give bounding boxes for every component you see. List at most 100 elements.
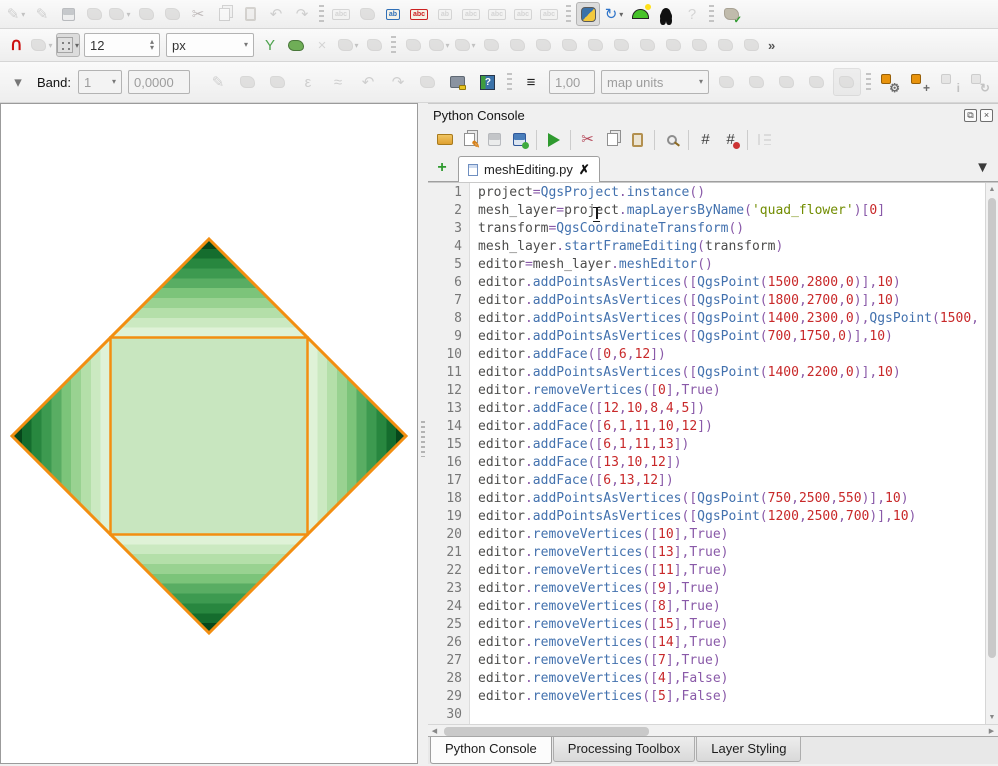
toolbar-separator	[654, 130, 655, 150]
add-part-icon	[614, 39, 629, 51]
toolbar-row-mesh-editing: ▾Band:1▾0,0000✎ε≈↶↷?≡1,00map units▾⚙+i↻	[0, 62, 998, 103]
code-editor[interactable]: 1234567891011121314151617181920212223242…	[428, 182, 998, 724]
reload-plugin-dropdown-icon[interactable]: ▾	[619, 10, 623, 19]
avoid-overlap-button[interactable]	[284, 33, 308, 57]
band-dropdown-icon: ▾	[14, 75, 22, 90]
select-expression-icon	[779, 76, 794, 88]
band-value: 0,0000	[128, 70, 190, 94]
horizontal-scrollbar-thumb[interactable]	[444, 727, 649, 736]
processing-results-icon: ↻	[971, 74, 989, 91]
vertical-scrollbar[interactable]: ▲ ▼	[985, 183, 998, 724]
object-inspector-icon	[758, 134, 771, 145]
reshape-button	[713, 33, 737, 57]
line-number: 28	[428, 670, 462, 688]
line-number: 8	[428, 310, 462, 328]
float-panel-button[interactable]: ⧉	[964, 109, 977, 122]
fill-ring-icon	[640, 39, 655, 51]
editor-tab-bar: + meshEditing.py ✗ ▼	[428, 153, 998, 182]
dock-tab-layer-styling[interactable]: Layer Styling	[696, 737, 801, 762]
paste-button[interactable]	[626, 128, 649, 151]
vertex-tool-button: ▾	[108, 2, 132, 26]
uncomment-button[interactable]: #	[719, 128, 742, 151]
debug-plugin-button[interactable]	[654, 2, 678, 26]
open-script-icon	[437, 134, 453, 145]
run-script-button[interactable]	[542, 128, 565, 151]
vertex-tool-icon	[109, 8, 124, 20]
move-label-icon: abc	[488, 9, 506, 20]
circular-digitize-dropdown-icon[interactable]: ▾	[446, 41, 450, 50]
map-canvas[interactable]	[0, 103, 418, 764]
topological-editing-icon: Y	[265, 38, 275, 53]
qgis-window: { "toolbars": { "row1": [ {"name":"curre…	[0, 0, 998, 764]
panel-splitter[interactable]	[418, 103, 428, 764]
code-line: editor.addPointsAsVertices([QgsPoint(120…	[478, 508, 985, 526]
vertical-scrollbar-thumb[interactable]	[988, 198, 996, 658]
tab-mesh-editing-py[interactable]: meshEditing.py ✗	[458, 156, 600, 182]
mesh-layer	[1, 104, 417, 763]
mesh-reindex-button[interactable]: ?	[474, 68, 502, 96]
layer-labeling-button[interactable]: ab	[381, 2, 405, 26]
select-tool-button	[713, 68, 741, 96]
panel-title-bar: Python Console ⧉ ×	[428, 104, 998, 126]
reload-plugin-button[interactable]: ↻▾	[602, 2, 626, 26]
copy-button[interactable]	[601, 128, 624, 151]
snap-intersection-icon: ×	[318, 38, 327, 53]
close-tab-icon[interactable]: ✗	[579, 162, 590, 178]
code-line: editor.addPointsAsVertices([QgsPoint(700…	[478, 328, 985, 346]
delete-part-button	[687, 33, 711, 57]
paste-features-icon	[245, 7, 256, 21]
transform-tool-icon	[839, 76, 854, 88]
snap-tolerance[interactable]: 12▴▾	[84, 33, 160, 57]
reload-plugin-icon: ↻	[605, 7, 618, 22]
band-dropdown-button[interactable]: ▾	[4, 68, 32, 96]
code-area[interactable]: project=QgsProject.instance()mesh_layer=…	[478, 183, 985, 724]
snap-mode-dropdown-icon[interactable]: ▾	[75, 41, 79, 50]
open-script-button[interactable]	[433, 128, 456, 151]
add-feature-icon	[87, 8, 102, 20]
model-designer-button[interactable]: +	[906, 68, 934, 96]
code-line: mesh_layer=project.mapLayersByName('quad…	[478, 202, 985, 220]
delete-ring-button	[661, 33, 685, 57]
self-snapping-dropdown-icon[interactable]: ▾	[355, 41, 359, 50]
dock-tab-processing-toolbox[interactable]: Processing Toolbox	[553, 737, 696, 762]
new-tab-button[interactable]: +	[432, 158, 452, 178]
python-console-button[interactable]	[576, 2, 600, 26]
scroll-up-icon[interactable]: ▲	[986, 183, 998, 196]
find-text-button[interactable]	[660, 128, 683, 151]
snapping-toggle-button[interactable]: ∪	[4, 33, 28, 57]
move-feature-icon	[484, 39, 499, 51]
line-number: 11	[428, 364, 462, 382]
close-panel-button[interactable]: ×	[980, 109, 993, 122]
open-in-editor-button[interactable]: ✎	[458, 128, 481, 151]
toolbar-row-digitizing-labels: ✎▾✎▾✂↶↷abcababcababcabcabcabc↻▾?✓	[0, 0, 998, 29]
comment-button[interactable]: #	[694, 128, 717, 151]
current-edits-dropdown-icon[interactable]: ▾	[21, 10, 25, 19]
toolbar-overflow[interactable]: »	[768, 38, 774, 53]
vertex-tool-dropdown-icon[interactable]: ▾	[126, 10, 130, 19]
snap-mode-icon	[57, 37, 73, 53]
redo-icon: ↷	[296, 7, 309, 22]
splitter-grip-icon	[421, 421, 425, 457]
band-select: 1▾	[78, 70, 122, 94]
tab-list-dropdown-icon[interactable]: ▼	[975, 159, 990, 176]
topological-editing-button[interactable]: Y	[258, 33, 282, 57]
dock-tab-python-console[interactable]: Python Console	[430, 737, 552, 764]
snap-mode-button[interactable]: ▾	[56, 33, 80, 57]
scroll-down-icon[interactable]: ▼	[986, 711, 998, 724]
save-as-button[interactable]	[508, 128, 531, 151]
cut-button[interactable]: ✂	[576, 128, 599, 151]
stream-digitize-dropdown-icon[interactable]: ▾	[472, 41, 476, 50]
code-line	[478, 706, 985, 724]
processing-toolbox-button[interactable]: ⚙	[876, 68, 904, 96]
mesh-tools-icon	[420, 76, 435, 88]
mesh-brush-button	[234, 68, 262, 96]
snap-units[interactable]: px▾	[166, 33, 254, 57]
width-lines-button[interactable]: ≡	[517, 68, 545, 96]
layer-diagram-button[interactable]: abc	[407, 2, 431, 26]
first-aid-plugin-button[interactable]	[628, 2, 652, 26]
mesh-calculator-button[interactable]	[444, 68, 472, 96]
mesh-digitizing-button[interactable]: ✓	[719, 2, 743, 26]
snap-vertex-dropdown-icon[interactable]: ▾	[48, 41, 52, 50]
simplify-feature-button	[557, 33, 581, 57]
toolbar-handle	[319, 5, 324, 23]
